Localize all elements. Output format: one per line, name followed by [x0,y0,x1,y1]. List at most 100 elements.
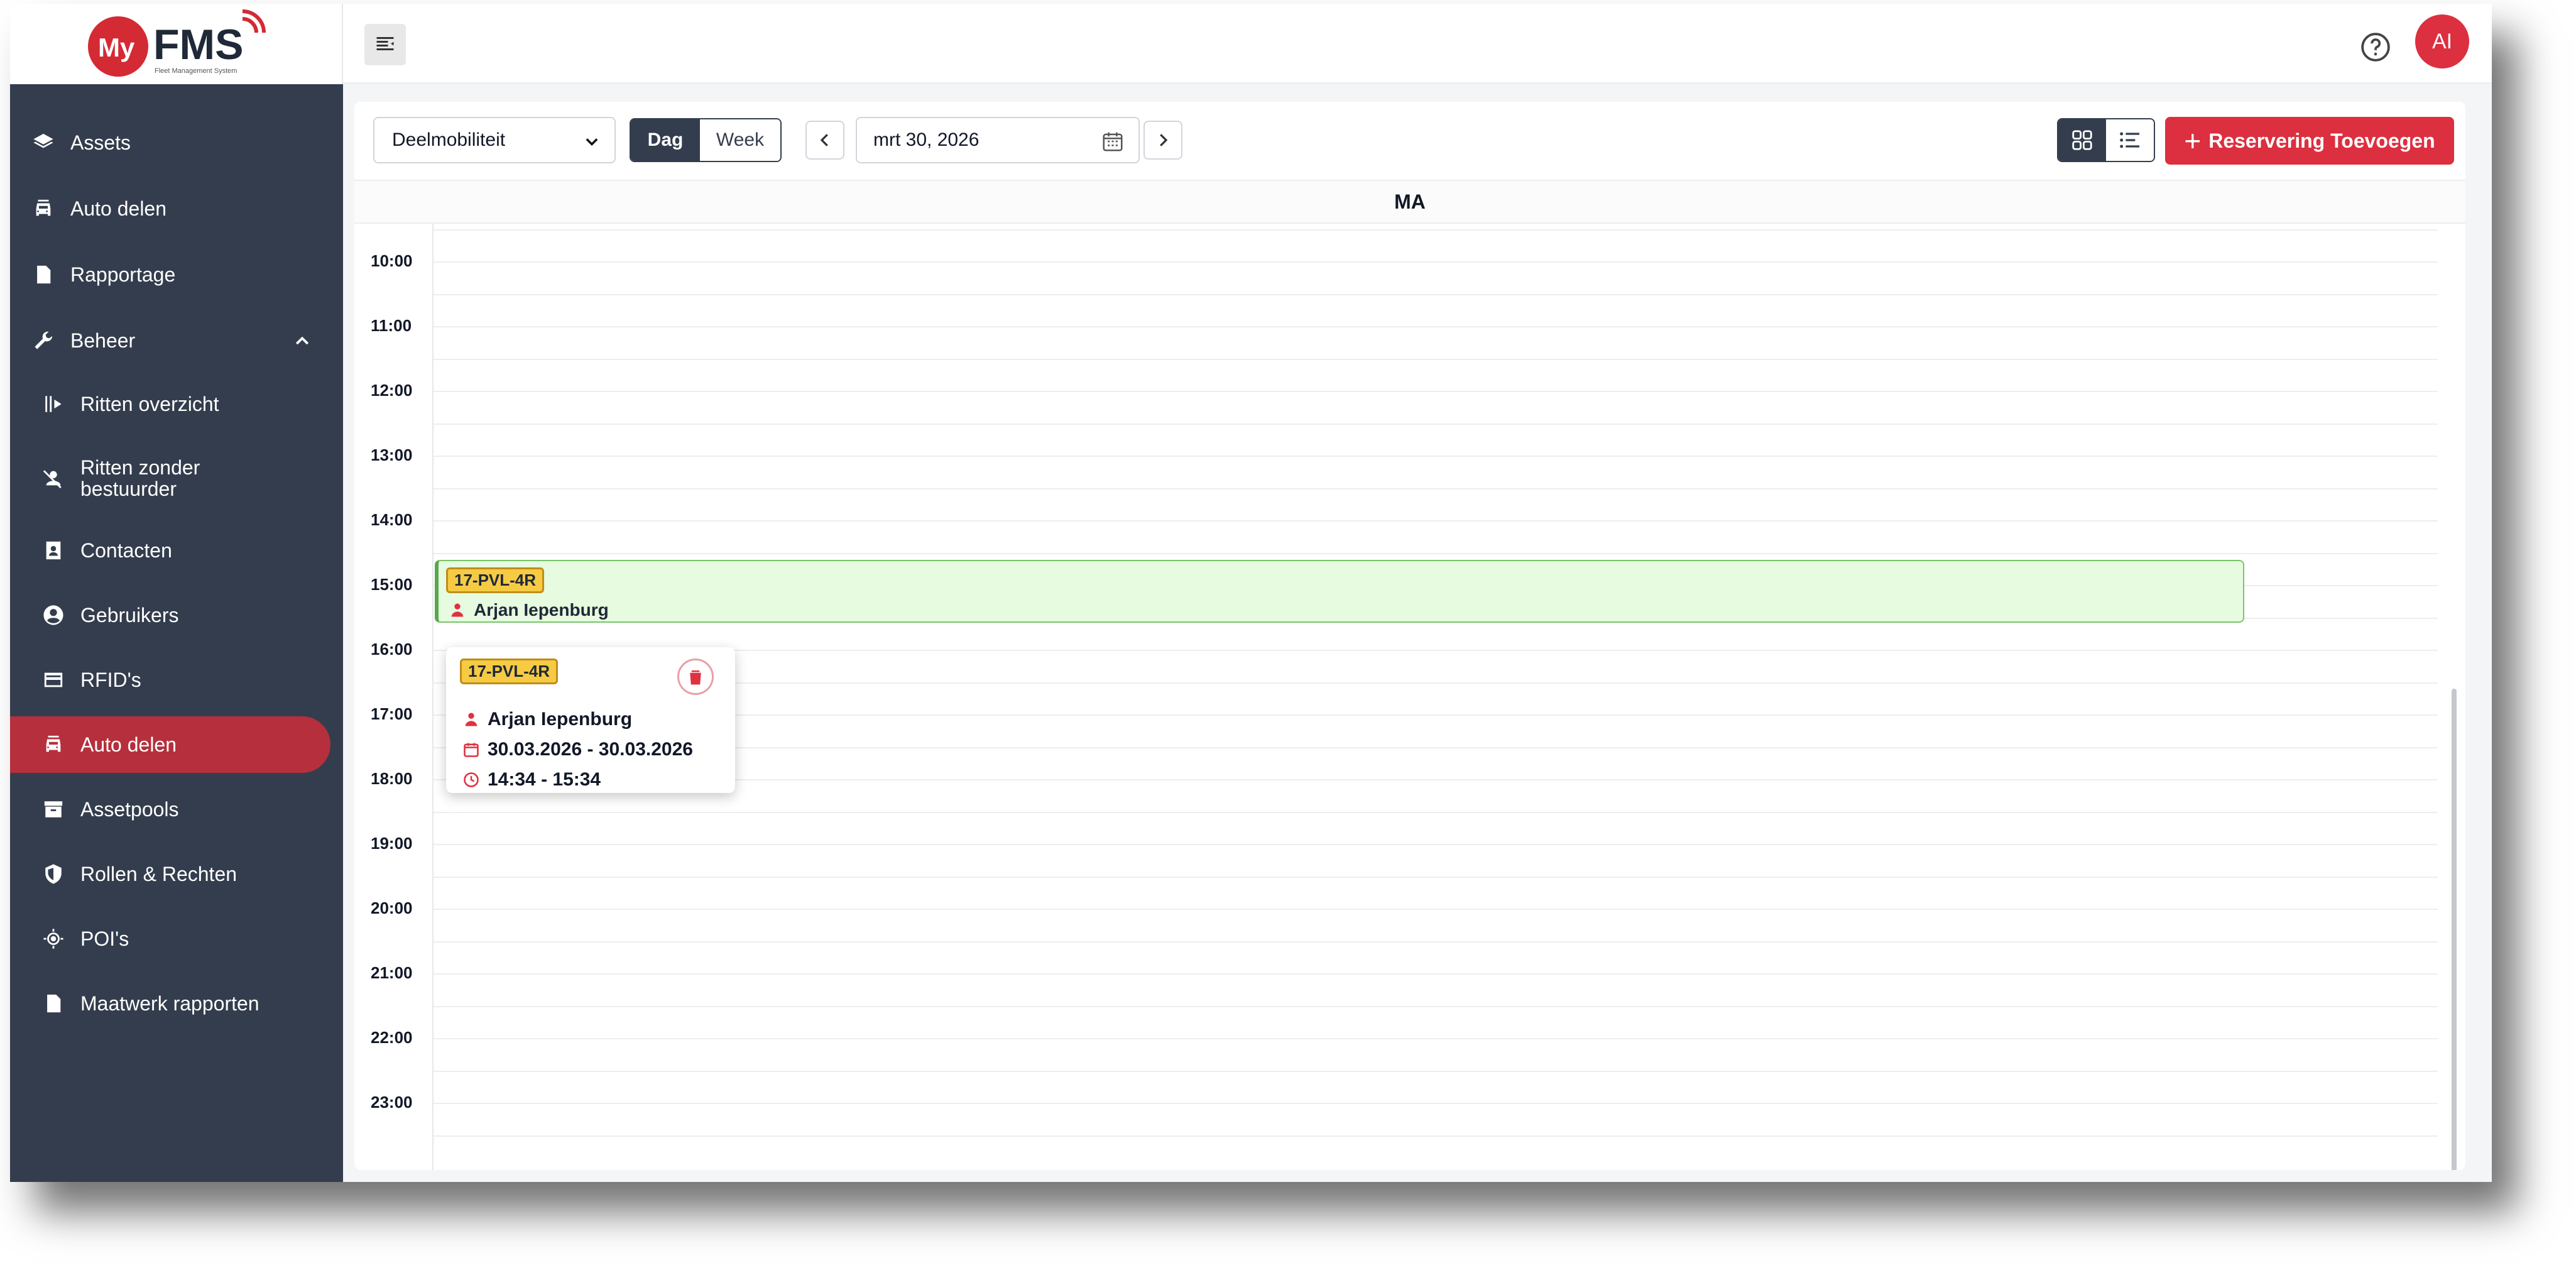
archive-icon [41,797,65,821]
wrench-icon [31,329,55,353]
next-date-button[interactable] [1143,121,1182,160]
view-week-button[interactable]: Week [700,119,780,161]
reservation-event[interactable]: 17-PVL-4R Arjan Iepenburg [435,560,2244,623]
hour-label: 12:00 [371,381,413,400]
day-column-header: MA [354,180,2465,224]
grid-line [434,391,2438,392]
trash-icon [690,670,701,685]
collapse-menu-icon [376,37,394,50]
svg-text:My: My [98,33,135,62]
grid-line [434,941,2438,943]
person-icon [465,713,478,726]
grid-icon [2072,130,2092,150]
grid-line [434,326,2438,327]
plus-icon: + [2184,124,2202,157]
grid-line [434,844,2438,845]
hour-label: 20:00 [371,899,413,917]
add-reservation-button[interactable]: + Reservering Toevoegen [2165,117,2454,165]
event-driver: Arjan Iepenburg [449,600,609,620]
trips-icon [41,392,65,416]
hour-label: 14:00 [371,510,413,529]
calendar-panel: Deelmobiliteit Dag Week mrt 30, 2026 + R… [354,102,2465,1170]
date-input[interactable]: mrt 30, 2026 [856,117,1140,163]
myfms-logo[interactable]: My FMS Fleet Management System [85,9,274,78]
grid-line [434,456,2438,457]
sidebar-item-beheer[interactable]: Beheer [10,312,343,369]
sidebar-item-contacten[interactable]: Contacten [10,522,343,579]
sidebar-item-assetpools[interactable]: Assetpools [10,781,343,838]
grid-line [434,973,2438,975]
grid-line [434,1005,2438,1007]
delete-reservation-button[interactable] [677,659,714,695]
hour-label: 22:00 [371,1028,413,1047]
grid-line [434,293,2438,295]
vertical-scrollbar[interactable] [2452,689,2457,1170]
grid-line [434,520,2438,522]
grid-line [434,876,2438,878]
hour-label: 16:00 [371,640,413,659]
clock-icon [464,772,479,787]
sidebar-item-assets[interactable]: Assets [10,114,343,171]
grid-line [434,909,2438,910]
hour-label: 19:00 [371,834,413,853]
hour-label: 11:00 [371,316,412,335]
popover-driver: Arjan Iepenburg [462,709,632,730]
chevron-right-icon [1160,134,1168,146]
layout-toggle [2057,118,2155,162]
grid-line [434,1038,2438,1039]
sidebar-item-gebruikers[interactable]: Gebruikers [10,587,343,643]
chevron-up-icon[interactable] [293,331,312,350]
sidebar-item-auto-delen-active[interactable]: Auto delen [10,716,330,773]
prev-date-button[interactable] [805,121,844,160]
shield-icon [41,862,65,886]
grid-line [434,1135,2438,1137]
grid-line [434,229,2438,231]
hour-label: 10:00 [371,251,413,270]
chevron-down-icon [586,138,598,146]
grid-line [434,1103,2438,1104]
sidebar-item-rollen-rechten[interactable]: Rollen & Rechten [10,846,343,902]
grid-line [434,552,2438,554]
help-icon[interactable] [2360,31,2391,63]
sidebar-item-auto-delen[interactable]: Auto delen [10,180,343,237]
sidebar-item-maatwerk-rapporten[interactable]: Maatwerk rapporten [10,975,343,1032]
view-range-toggle: Dag Week [630,118,782,162]
car-share-icon [41,733,65,757]
menu-toggle-button[interactable] [364,24,406,65]
view-day-button[interactable]: Dag [631,119,700,161]
target-icon [41,927,65,951]
list-view-button[interactable] [2106,119,2154,161]
grid-line [434,261,2438,263]
list-icon [2120,132,2139,148]
grid-view-button[interactable] [2058,119,2106,161]
license-plate-badge: 17-PVL-4R [446,567,545,593]
sidebar: My FMS Fleet Management System Assets Au… [10,4,343,1182]
hour-label: 15:00 [371,575,413,594]
calendar-icon[interactable] [1101,129,1125,153]
category-select[interactable]: Deelmobiliteit [373,117,616,163]
hour-label: 17:00 [371,704,413,723]
hour-label: 18:00 [371,769,413,788]
file-icon [41,992,65,1015]
svg-text:Fleet Management System: Fleet Management System [155,67,237,75]
popover-times: 14:34 - 15:34 [462,769,601,790]
user-avatar[interactable]: AI [2415,14,2469,68]
chevron-left-icon [820,134,828,146]
grid-line [434,488,2438,489]
user-circle-icon [41,603,65,627]
car-share-icon [31,197,55,221]
calendar-icon [464,743,479,757]
layers-icon [31,131,55,155]
hour-label: 21:00 [371,963,413,982]
document-icon [31,263,55,287]
grid-line [434,1070,2438,1072]
grid-line [434,358,2438,360]
svg-text:FMS: FMS [153,21,244,68]
sidebar-item-rapportage[interactable]: Rapportage [10,246,343,303]
sidebar-item-pois[interactable]: POI's [10,910,343,967]
person-icon [451,603,464,617]
sidebar-item-ritten-zonder-bestuurder[interactable]: Ritten zonder bestuurder [10,450,343,506]
sidebar-item-ritten-overzicht[interactable]: Ritten overzicht [10,376,343,432]
sidebar-item-rfids[interactable]: RFID's [10,652,343,708]
logo-area: My FMS Fleet Management System [10,4,343,84]
